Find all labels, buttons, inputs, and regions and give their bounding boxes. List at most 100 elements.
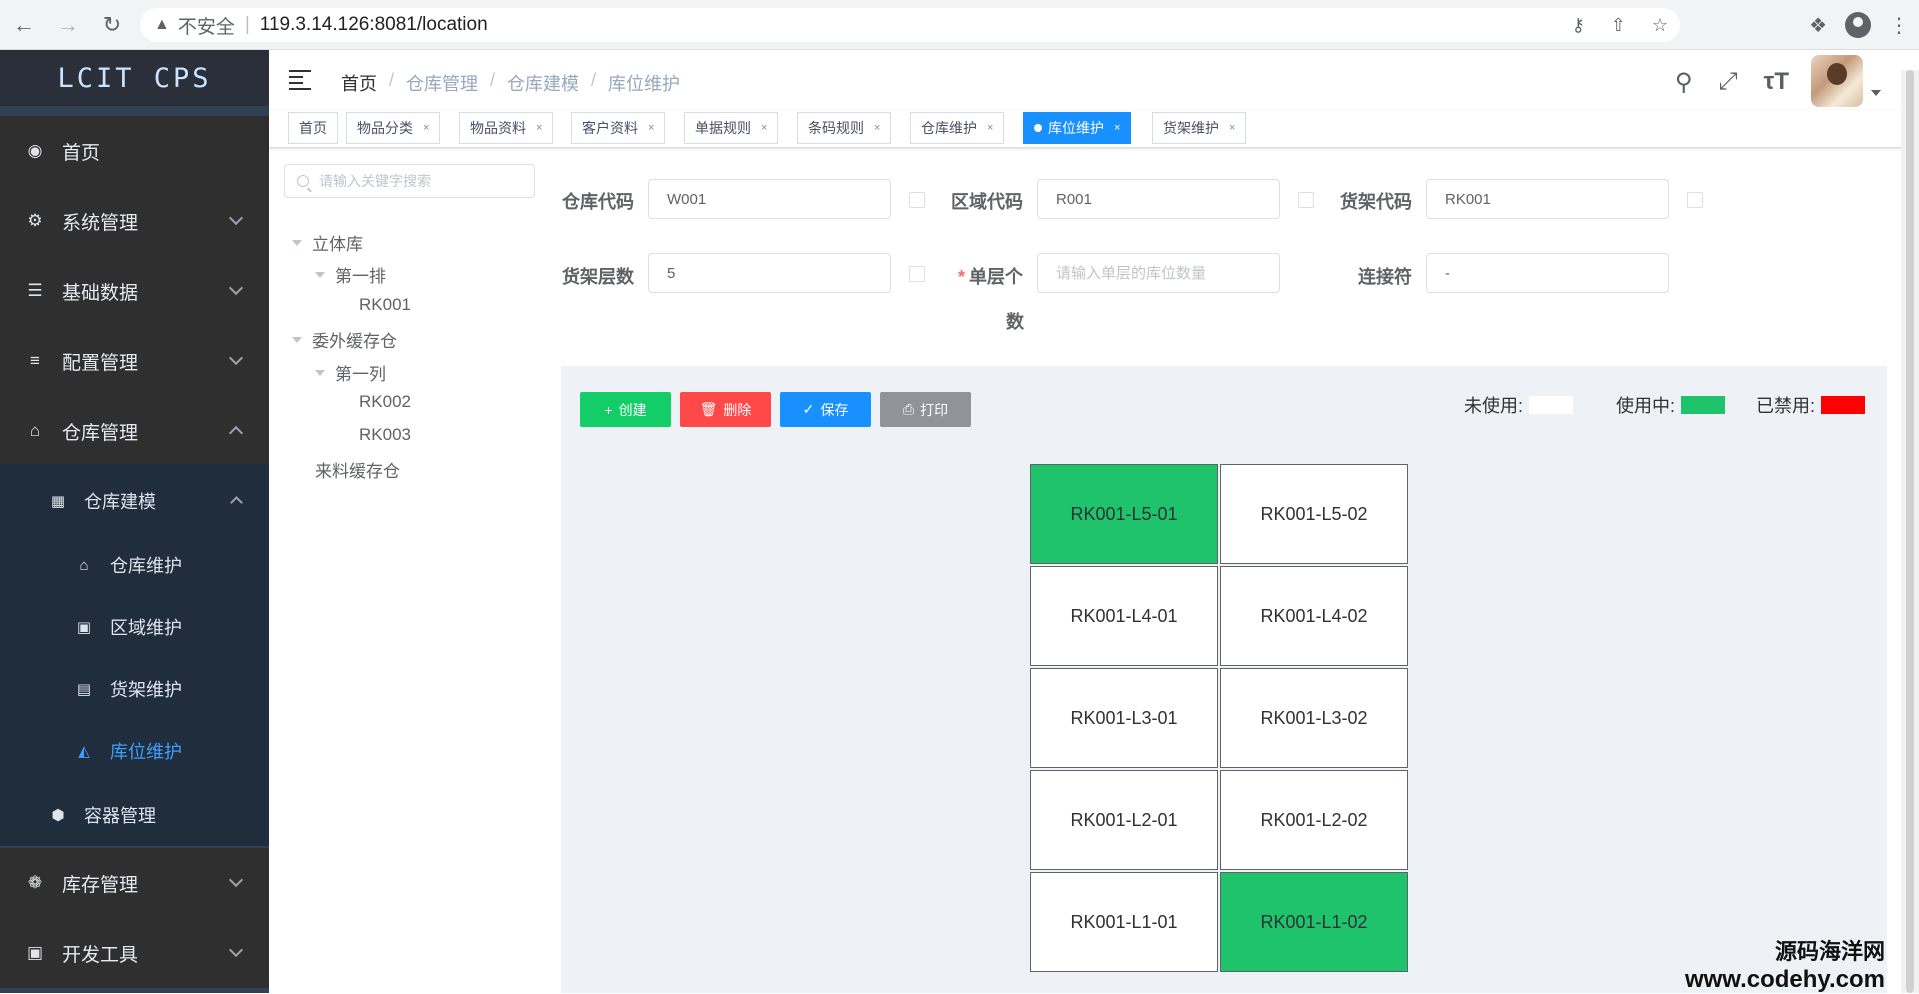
tree-node[interactable]: RK001 — [359, 295, 411, 315]
location-cell[interactable]: RK001-L5-02 — [1220, 464, 1408, 564]
page-scrollbar[interactable] — [1901, 70, 1919, 993]
warehouse-code-checkbox[interactable] — [909, 192, 925, 208]
close-icon[interactable]: × — [648, 122, 654, 134]
delete-button[interactable]: 🗑 删除 — [680, 392, 771, 427]
trash-icon: 🗑 — [699, 401, 718, 417]
text-size-icon[interactable]: τT — [1764, 68, 1789, 97]
tag-warehouse-maintain[interactable]: 仓库维护 × — [910, 112, 1005, 144]
location-cell[interactable]: RK001-L2-01 — [1030, 770, 1218, 870]
shelf-layers-input[interactable] — [648, 253, 891, 293]
single-layer-count-input[interactable] — [1037, 253, 1280, 293]
area-code-input[interactable] — [1037, 179, 1280, 219]
area-code-checkbox[interactable] — [1298, 192, 1314, 208]
address-bar[interactable]: ▲ 不安全 | 119.3.14.126:8081/location ⚷ ⇧ ☆ — [140, 8, 1680, 42]
tree-node[interactable]: 委外缓存仓 — [292, 327, 397, 352]
tag-barcode-rules[interactable]: 条码规则 × — [797, 112, 892, 144]
tree-node[interactable]: 立体库 — [292, 230, 363, 255]
tree-node[interactable]: RK003 — [359, 425, 411, 445]
caret-down-icon[interactable] — [315, 369, 325, 376]
sidebar-item-container[interactable]: ⬢ 容器管理 — [0, 784, 269, 846]
connector-input[interactable] — [1426, 253, 1669, 293]
sidebar-item-location-maintain[interactable]: ◭ 库位维护 — [0, 720, 269, 782]
shelf-code-checkbox[interactable] — [1687, 192, 1703, 208]
caret-down-icon[interactable] — [315, 271, 325, 278]
location-cell[interactable]: RK001-L1-01 — [1030, 872, 1218, 972]
tree-node[interactable]: 来料缓存仓 — [315, 457, 400, 482]
warehouse-icon: ⌂ — [29, 421, 41, 440]
close-icon[interactable]: × — [423, 122, 429, 134]
tag-label: 条码规则 — [808, 120, 864, 136]
close-icon[interactable]: × — [536, 122, 542, 134]
sidebar-item-shelf-maintain[interactable]: ▤ 货架维护 — [0, 658, 269, 720]
close-icon[interactable]: × — [874, 122, 880, 134]
search-icon[interactable]: ⚲ — [1675, 68, 1693, 97]
sidebar-item-warehouse-modeling[interactable]: ▦ 仓库建模 — [0, 470, 269, 532]
location-cell[interactable]: RK001-L5-01 — [1030, 464, 1218, 564]
sidebar-item-warehouse-maintain[interactable]: ⌂ 仓库维护 — [0, 534, 269, 596]
breadcrumb: 首页 / 仓库管理 / 仓库建模 / 库位维护 — [341, 70, 680, 96]
close-icon[interactable]: × — [761, 122, 767, 134]
close-icon[interactable]: × — [987, 122, 993, 134]
close-icon[interactable]: × — [1114, 122, 1120, 134]
forward-arrow-icon[interactable]: → — [48, 5, 88, 45]
share-icon[interactable]: ⇧ — [1611, 15, 1626, 36]
star-icon[interactable]: ☆ — [1652, 15, 1668, 36]
sidebar-item-system[interactable]: ⚙ 系统管理 — [0, 186, 269, 256]
sidebar-item-warehouse[interactable]: ⌂ 仓库管理 — [0, 396, 269, 466]
close-icon[interactable]: × — [1229, 122, 1235, 134]
location-cell[interactable]: RK001-L4-02 — [1220, 566, 1408, 666]
sidebar-item-home[interactable]: ◉ 首页 — [0, 116, 269, 186]
layers-icon: ☰ — [27, 281, 43, 300]
save-button[interactable]: ✓ 保存 — [780, 392, 871, 427]
tag-shelf-maintain[interactable]: 货架维护 × — [1152, 112, 1247, 144]
create-button[interactable]: + 创建 — [580, 392, 671, 427]
location-cell[interactable]: RK001-L3-02 — [1220, 668, 1408, 768]
tag-doc-rules[interactable]: 单据规则 × — [684, 112, 779, 144]
app-logo: LCIT CPS — [0, 50, 269, 106]
key-icon[interactable]: ⚷ — [1572, 15, 1585, 36]
caret-down-icon[interactable] — [292, 336, 302, 343]
tag-home[interactable]: 首页 — [288, 112, 338, 144]
chevron-down-icon — [228, 872, 244, 888]
sidebar-item-label: 库位维护 — [110, 742, 182, 762]
avatar[interactable] — [1811, 55, 1863, 107]
more-menu-icon[interactable]: ⋮ — [1889, 13, 1909, 38]
sidebar-item-devtools[interactable]: ▣ 开发工具 — [0, 918, 269, 988]
tree-node[interactable]: 第一排 — [315, 262, 386, 287]
tree-node[interactable]: 第一列 — [315, 360, 386, 385]
sidebar-item-label: 系统管理 — [62, 212, 139, 234]
location-cell[interactable]: RK001-L3-01 — [1030, 668, 1218, 768]
shelf-code-label: 货架代码 — [1340, 192, 1412, 212]
sidebar-item-area-maintain[interactable]: ▣ 区域维护 — [0, 596, 269, 658]
tree-search-input[interactable] — [319, 173, 519, 189]
tag-item-category[interactable]: 物品分类 × — [346, 112, 441, 144]
breadcrumb-item[interactable]: 首页 — [341, 70, 377, 96]
fullscreen-icon[interactable]: ⤢ — [1718, 68, 1737, 97]
sidebar-item-basic-data[interactable]: ☰ 基础数据 — [0, 256, 269, 326]
profile-icon[interactable] — [1845, 12, 1871, 38]
location-cell[interactable]: RK001-L1-02 — [1220, 872, 1408, 972]
legend-disabled-swatch — [1821, 396, 1866, 414]
back-arrow-icon[interactable]: ← — [4, 5, 44, 45]
extensions-puzzle-icon[interactable]: ❖ — [1809, 13, 1827, 38]
hamburger-icon[interactable] — [289, 70, 311, 90]
shelf-layers-checkbox[interactable] — [909, 266, 925, 282]
caret-down-icon[interactable] — [1871, 90, 1881, 96]
sidebar-item-label: 仓库管理 — [62, 422, 139, 444]
tag-location-maintain[interactable]: 库位维护 × — [1023, 112, 1132, 144]
reload-icon[interactable]: ↻ — [92, 5, 132, 45]
print-button[interactable]: ⎙ 打印 — [880, 392, 971, 427]
shelf-code-input[interactable] — [1426, 179, 1669, 219]
warehouse-code-input[interactable] — [648, 179, 891, 219]
sidebar-item-config[interactable]: ≡ 配置管理 — [0, 326, 269, 396]
legend-unused-swatch — [1529, 396, 1574, 414]
location-cell[interactable]: RK001-L2-02 — [1220, 770, 1408, 870]
tree-node[interactable]: RK002 — [359, 392, 411, 412]
grid-icon: ▦ — [50, 493, 66, 510]
tag-item-data[interactable]: 物品资料 × — [459, 112, 554, 144]
caret-down-icon[interactable] — [292, 239, 302, 246]
tree-search[interactable] — [284, 164, 535, 198]
sidebar-item-inventory[interactable]: ❁ 库存管理 — [0, 848, 269, 918]
tag-customer-data[interactable]: 客户资料 × — [571, 112, 666, 144]
location-cell[interactable]: RK001-L4-01 — [1030, 566, 1218, 666]
